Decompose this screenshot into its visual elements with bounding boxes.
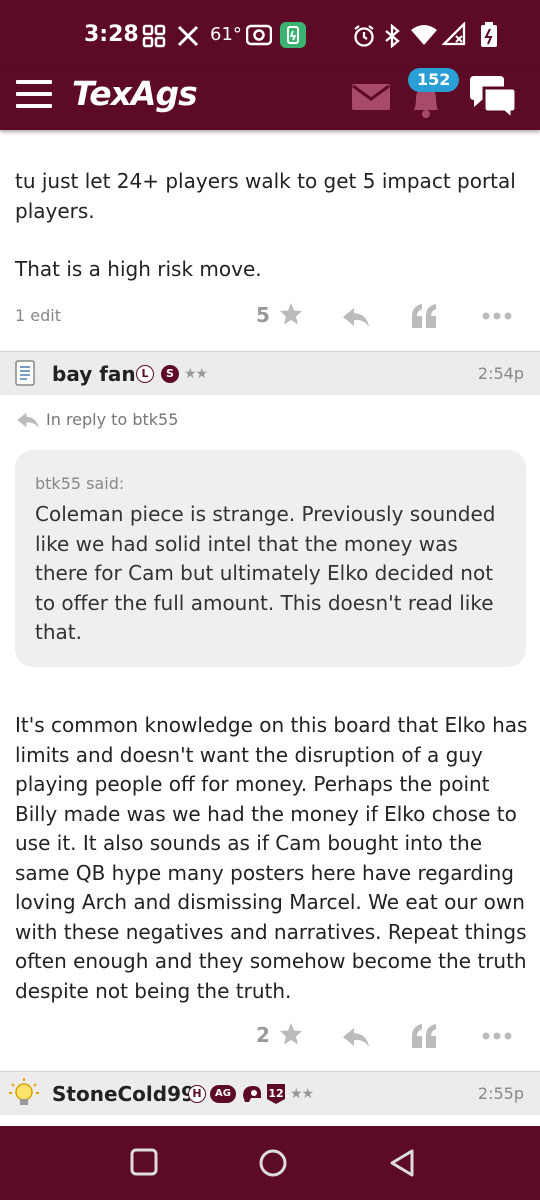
quote-icon[interactable] — [410, 304, 438, 328]
helmet-badge-icon — [243, 1086, 261, 1102]
reply-arrow-icon — [17, 412, 39, 429]
grid-icon — [142, 24, 166, 48]
post-body: It's common knowledge on this board that… — [15, 713, 528, 1003]
edit-note[interactable]: 1 edit — [15, 306, 61, 325]
wifi-icon — [411, 25, 437, 45]
mail-icon[interactable] — [352, 84, 390, 110]
avatar[interactable] — [12, 360, 38, 386]
post-time: 2:54p — [477, 364, 524, 383]
quote-icon[interactable] — [410, 1024, 438, 1048]
bluetooth-icon — [385, 24, 400, 48]
author-name[interactable]: bay fan — [52, 362, 136, 386]
status-temperature: 61° — [210, 24, 242, 45]
lightbulb-avatar-icon[interactable] — [8, 1076, 40, 1108]
status-time: 3:28 — [84, 22, 139, 47]
reply-icon[interactable] — [342, 1026, 370, 1048]
quote-author[interactable]: btk55 said: — [35, 474, 124, 493]
post-header: StoneCold99 H AG 12 ★★ 2:55p — [0, 1071, 540, 1115]
more-options-icon[interactable] — [482, 1032, 512, 1040]
app-header: TexAgs 152 — [0, 68, 540, 130]
battery-saver-icon — [280, 22, 306, 48]
more-options-icon[interactable] — [482, 312, 512, 320]
badge-s: S — [161, 365, 179, 383]
post-footer: 1 edit 5 — [0, 298, 540, 338]
menu-icon[interactable] — [16, 80, 52, 108]
badge-l: L — [136, 365, 154, 383]
post-header: bay fan L S ★★ 2:54p — [0, 351, 540, 395]
post-time: 2:55p — [477, 1084, 524, 1103]
author-name[interactable]: StoneCold99 — [52, 1082, 195, 1106]
status-bar: 3:28 61° — [0, 0, 540, 68]
reply-icon[interactable] — [342, 306, 370, 328]
reply-to-text: In reply to btk55 — [46, 410, 179, 429]
quote-text: Coleman piece is strange. Previously sou… — [35, 502, 496, 644]
alarm-icon — [354, 25, 374, 47]
quote-block: btk55 said: Coleman piece is strange. Pr… — [15, 450, 526, 667]
post-body: tu just let 24+ players walk to get 5 im… — [15, 167, 525, 285]
star-icon — [279, 303, 302, 325]
rating-count: 2 — [256, 1023, 270, 1047]
chat-icon[interactable] — [468, 76, 518, 120]
reply-to-link[interactable]: In reply to btk55 — [16, 410, 178, 429]
rating-count: 5 — [256, 303, 270, 327]
recent-apps-icon[interactable] — [130, 1148, 158, 1176]
star-icon — [279, 1023, 302, 1045]
post-paragraph: That is a high risk move. — [15, 257, 262, 281]
badge-h: H — [188, 1085, 206, 1103]
signal-icon — [442, 22, 466, 46]
android-nav-bar — [0, 1126, 540, 1200]
post-paragraph: tu just let 24+ players walk to get 5 im… — [15, 169, 516, 223]
home-icon[interactable] — [258, 1148, 288, 1178]
back-icon[interactable] — [388, 1148, 416, 1178]
badge-12th-man: 12 — [267, 1084, 285, 1104]
user-stars: ★★ — [184, 366, 208, 382]
post-footer: 2 — [0, 1018, 540, 1058]
battery-icon — [481, 22, 497, 47]
badge-ag: AG — [210, 1085, 236, 1103]
camera-icon — [246, 24, 272, 46]
rating-button[interactable]: 5 — [256, 302, 303, 327]
texags-logo[interactable]: TexAgs — [72, 74, 198, 113]
user-stars: ★★ — [290, 1086, 314, 1102]
rating-button[interactable]: 2 — [256, 1022, 303, 1047]
x-icon — [177, 25, 199, 47]
notification-count-badge[interactable]: 152 — [408, 68, 460, 92]
